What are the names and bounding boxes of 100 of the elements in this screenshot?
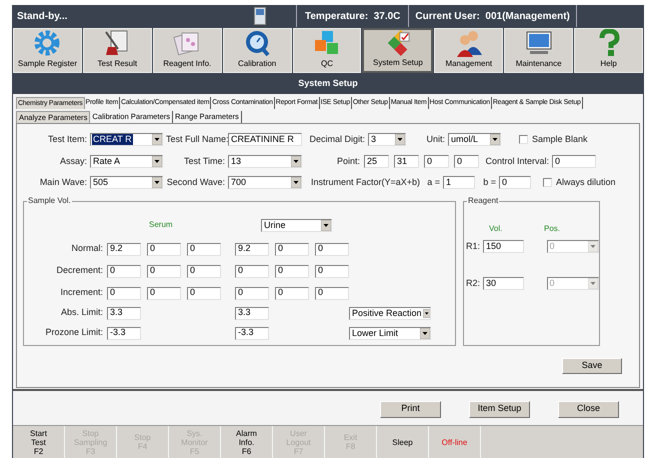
input-field[interactable]: 31 [394, 154, 419, 168]
field-label: Decrement: [55, 264, 103, 278]
caret-icon [490, 134, 500, 146]
input-field[interactable]: 0 [275, 242, 309, 256]
field-label: Instrument Factor(Y=aX+b) [311, 176, 422, 189]
caret-icon [588, 278, 598, 290]
computer-icon [254, 7, 266, 25]
dropdown[interactable]: CREAT R [90, 133, 163, 146]
input-field[interactable]: 0 [275, 286, 309, 300]
toolbar-button[interactable]: Help [574, 28, 644, 73]
field-label: Point: [336, 154, 360, 168]
field-label: Prozone Limit: [44, 326, 103, 340]
dropdown[interactable]: 13 [228, 154, 302, 168]
toolbar-button[interactable]: Reagent Info. [152, 28, 222, 73]
dropdown[interactable]: Urine [261, 218, 332, 232]
toolbar-button[interactable]: Management [434, 28, 504, 73]
field-label: Increment: [59, 286, 103, 300]
field-label: Always dilution [556, 176, 616, 189]
input-field[interactable]: -3.3 [107, 326, 141, 340]
input-field[interactable]: 0 [107, 286, 141, 300]
input-field[interactable]: -3.3 [235, 326, 269, 340]
input-field[interactable]: CREATININE R [228, 133, 302, 146]
toolbar-button[interactable]: System Setup [362, 28, 434, 73]
caret-icon [152, 177, 162, 188]
input-field[interactable]: 3.3 [107, 306, 141, 320]
column-heading: Pos. [544, 222, 560, 234]
dropdown[interactable]: 3 [368, 133, 406, 146]
caret-icon [152, 134, 162, 146]
column-heading: Serum [149, 219, 174, 231]
input-field[interactable]: 0 [187, 264, 221, 278]
input-field[interactable]: 0 [275, 264, 309, 278]
field-label: R1: [466, 240, 480, 252]
input-field[interactable]: 0 [315, 286, 349, 300]
caret-icon [422, 308, 430, 318]
input-field[interactable]: 0 [454, 154, 479, 168]
input-field[interactable]: 30 [483, 277, 524, 290]
dropdown[interactable]: Lower Limit [349, 326, 431, 340]
group-title: Sample Vol. [27, 196, 72, 206]
dropdown[interactable]: Rate A [90, 154, 163, 168]
input-field[interactable]: 9.2 [107, 242, 141, 256]
function-key[interactable]: Alarm Info. F6 [221, 426, 273, 458]
action-button[interactable]: Print [380, 400, 441, 418]
input-field[interactable]: 0 [499, 176, 531, 190]
field-label: Second Wave: [166, 176, 225, 189]
field-label: Test Time: [182, 154, 225, 168]
field-label: Assay: [58, 154, 87, 168]
field-label: Unit: [425, 133, 445, 146]
caret-icon [321, 220, 331, 230]
status-text: Stand-by... [16, 10, 68, 24]
field-label: R2: [466, 277, 480, 290]
save-button[interactable]: Save [562, 358, 622, 374]
field-label: Test Item: [46, 133, 87, 146]
caret-icon [395, 134, 405, 146]
function-key[interactable]: Start Test F2 [13, 426, 65, 458]
caret-icon [291, 177, 301, 188]
toolbar-button[interactable]: Maintenance [504, 28, 574, 73]
input-field[interactable]: 0 [315, 264, 349, 278]
monitor-icon [524, 29, 554, 57]
dropdown[interactable]: Positive Reaction [349, 306, 431, 320]
input-field[interactable]: 0 [424, 154, 449, 168]
action-button[interactable]: Item Setup [469, 400, 530, 418]
input-field[interactable]: 1 [443, 176, 475, 190]
checkbox[interactable] [543, 178, 552, 188]
toolbar-button[interactable]: Test Result [82, 28, 152, 73]
field-label: Decimal Digit: [308, 133, 365, 146]
input-field[interactable]: 3.3 [235, 306, 269, 320]
caret-icon [588, 240, 598, 252]
input-field[interactable]: 0 [147, 286, 181, 300]
gear-icon [32, 29, 62, 57]
input-field[interactable]: 25 [364, 154, 389, 168]
input-field[interactable]: 0 [235, 264, 269, 278]
function-key[interactable]: Sleep [377, 426, 429, 458]
input-field[interactable]: 0 [235, 286, 269, 300]
input-field[interactable]: 0 [147, 264, 181, 278]
input-field[interactable]: 0 [187, 286, 221, 300]
section-title: System Setup [13, 74, 643, 94]
checkbox[interactable] [519, 135, 528, 144]
input-field[interactable]: 0 [552, 154, 596, 168]
column-heading: Vol. [489, 222, 504, 234]
dropdown[interactable]: 700 [228, 176, 302, 190]
field-label: Sample Blank [532, 133, 588, 146]
caret-icon [420, 328, 430, 338]
dropdown[interactable]: umol/L [448, 133, 501, 146]
input-field[interactable]: 0 [107, 264, 141, 278]
field-label: a = [426, 176, 440, 189]
input-field[interactable]: 0 [187, 242, 221, 256]
toolbar-button[interactable]: QC [292, 28, 362, 73]
input-field[interactable]: 9.2 [235, 242, 269, 256]
input-field[interactable]: 0 [147, 242, 181, 256]
field-label: b = [482, 176, 496, 189]
toolbar-button[interactable]: Calibration [222, 28, 292, 73]
caret-icon [291, 156, 301, 167]
input-field[interactable]: 0 [315, 242, 349, 256]
action-button[interactable]: Close [558, 400, 619, 418]
input-field[interactable]: 150 [483, 240, 524, 253]
field-label: Abs. Limit: [60, 306, 103, 320]
toolbar-button[interactable]: Sample Register [13, 28, 82, 73]
group-title: Reagent [467, 196, 500, 206]
field-label: Normal: [70, 242, 103, 256]
dropdown[interactable]: 505 [90, 176, 163, 190]
